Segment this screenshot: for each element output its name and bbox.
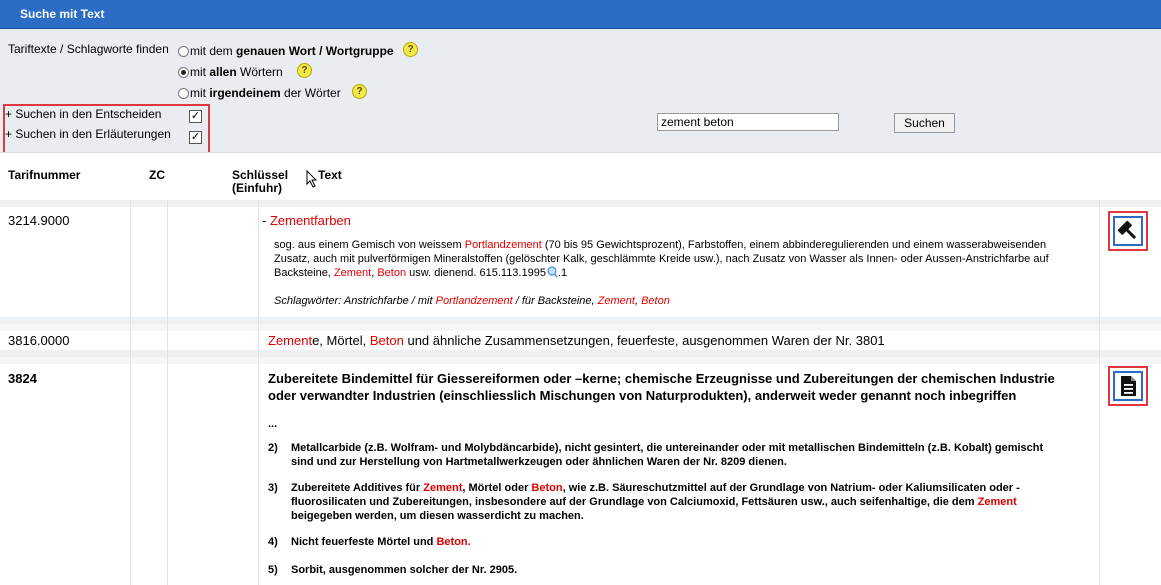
column-divider xyxy=(1099,200,1100,585)
description-line: sog. aus einem Gemisch von weissem Portl… xyxy=(274,239,1047,251)
row-spacer xyxy=(0,200,1161,207)
row-spacer xyxy=(0,317,1161,324)
col-zc: ZC xyxy=(149,168,165,182)
row-spacer xyxy=(0,324,1161,331)
erlaeuterungen-checkbox[interactable]: ✓ xyxy=(189,131,202,144)
item-line: Nicht feuerfeste Mörtel und Beton. xyxy=(291,536,471,548)
tariff-number[interactable]: 3816.0000 xyxy=(8,333,69,348)
col-text: Text xyxy=(318,168,342,182)
radio-exact-phrase-label[interactable]: mit dem genauen Wort / Wortgruppe xyxy=(190,44,394,58)
magnifier-icon[interactable] xyxy=(546,266,558,278)
tariff-title-line: oder verwandter Industrien (einschliessl… xyxy=(268,388,1017,403)
erlaeuterungen-label: + Suchen in den Erläuterungen xyxy=(5,127,171,141)
description-line: Backsteine, Zement, Beton usw. dienend. … xyxy=(274,266,568,279)
ellipsis: ... xyxy=(268,418,278,430)
radio-any-word[interactable] xyxy=(178,88,189,99)
item-number: 3) xyxy=(268,482,278,494)
results-table-header: Tarifnummer ZC Schlüssel (Einfuhr) Text xyxy=(0,152,1161,201)
gavel-button[interactable] xyxy=(1108,211,1148,251)
tariff-title: - Zementfarben xyxy=(262,213,351,228)
row-spacer xyxy=(0,357,1161,364)
panel-titlebar: Suche mit Text xyxy=(0,0,1161,29)
column-divider xyxy=(167,200,168,585)
mouse-cursor-icon xyxy=(306,170,318,188)
panel-title: Suche mit Text xyxy=(20,7,105,21)
column-divider xyxy=(258,200,259,585)
tariff-title-line: Zubereitete Bindemittel für Giessereifor… xyxy=(268,371,1055,386)
col-schluessel: Schlüssel xyxy=(232,168,289,182)
document-button[interactable] xyxy=(1108,366,1148,406)
item-number: 4) xyxy=(268,536,278,548)
keywords-line: Schlagwörter: Anstrichfarbe / mit Portla… xyxy=(274,295,670,307)
item-line: beigegeben werden, um diesen wasserdicht… xyxy=(291,510,584,522)
tariff-number[interactable]: 3214.9000 xyxy=(8,213,69,228)
item-line: Metallcarbide (z.B. Wolfram- und Molybdä… xyxy=(291,442,1044,454)
radio-all-words[interactable] xyxy=(178,67,189,78)
tariff-number[interactable]: 3824 xyxy=(8,371,37,386)
entscheide-checkbox[interactable]: ✓ xyxy=(189,110,202,123)
item-line: Zubereitete Additives für Zement, Mörtel… xyxy=(291,482,1020,494)
find-label: Tariftexte / Schlagworte finden xyxy=(8,42,169,56)
radio-any-word-label[interactable]: mit irgendeinem der Wörter xyxy=(190,86,341,100)
col-einfuhr: (Einfuhr) xyxy=(232,181,282,195)
col-tarifnummer: Tarifnummer xyxy=(8,168,81,182)
search-button[interactable]: Suchen xyxy=(894,113,955,133)
radio-all-words-label[interactable]: mit allen Wörtern xyxy=(190,65,283,79)
column-divider xyxy=(130,200,131,585)
gavel-icon xyxy=(1117,220,1137,240)
help-icon-any[interactable]: ? xyxy=(352,84,367,99)
item-line: sind und zur Herstellung von Hartmetallw… xyxy=(291,456,787,468)
tariff-title: Zemente, Mörtel, Beton und ähnliche Zusa… xyxy=(268,333,885,348)
row-spacer xyxy=(0,350,1161,357)
item-number: 2) xyxy=(268,442,278,454)
help-icon-all[interactable]: ? xyxy=(297,63,312,78)
search-input[interactable] xyxy=(657,113,839,131)
item-line: fluorosilicaten und Zubereitungen, insbe… xyxy=(291,496,1017,508)
entscheide-label: + Suchen in den Entscheiden xyxy=(5,107,162,121)
document-icon xyxy=(1121,376,1136,396)
item-number: 5) xyxy=(268,564,278,576)
radio-exact-phrase[interactable] xyxy=(178,46,189,57)
description-line: Zusatz, auch mit pulverförmigen Minerals… xyxy=(274,253,1049,265)
item-line: Sorbit, ausgenommen solcher der Nr. 2905… xyxy=(291,564,518,576)
help-icon-exact[interactable]: ? xyxy=(403,42,418,57)
